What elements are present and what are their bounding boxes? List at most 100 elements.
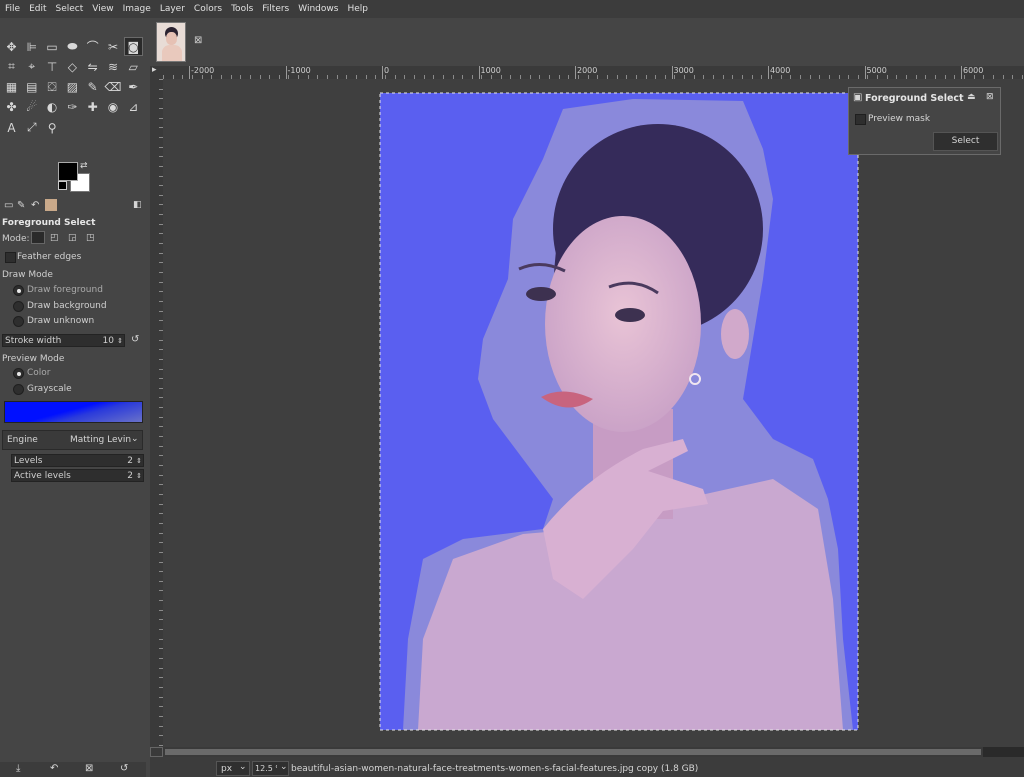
foreground-color-swatch[interactable] (58, 162, 78, 181)
dodge-icon[interactable]: ◐ (43, 98, 62, 117)
ellipse-select-icon[interactable]: ⬬ (63, 37, 82, 56)
canvas-area[interactable]: ▣ Foreground Select ⏏ ⊠ Preview mask Sel… (163, 79, 1024, 747)
scrollbar-thumb[interactable] (165, 749, 981, 755)
levels-spinner[interactable]: Levels 2 ⇕ (11, 454, 144, 467)
transform-icon[interactable]: ⊤ (43, 57, 62, 76)
ear-shape (721, 309, 749, 359)
menu-layer[interactable]: Layer (155, 4, 189, 14)
levels-value: 2 (127, 456, 133, 466)
menu-image[interactable]: Image (118, 4, 155, 14)
foreground-select-icon[interactable]: ◙ (123, 37, 143, 56)
gradient-icon[interactable]: ▨ (63, 78, 82, 97)
eraser-icon[interactable]: ⌫ (104, 78, 123, 97)
horizontal-ruler[interactable]: -2000 -1000 0 1000 2000 3000 4000 5000 6000 (163, 66, 1024, 80)
measure-icon[interactable]: ⊿ (124, 98, 143, 117)
spin-arrows-icon[interactable]: ⇕ (136, 470, 142, 482)
swap-colors-icon[interactable]: ⇄ (80, 161, 88, 171)
unit-combo[interactable]: px ⌄ (216, 761, 250, 776)
menu-select[interactable]: Select (51, 4, 88, 14)
wrap-icon[interactable]: ▤ (22, 78, 41, 97)
reset-options-icon[interactable]: ↺ (120, 763, 128, 774)
horizontal-scrollbar[interactable] (163, 747, 1024, 757)
delete-options-icon[interactable]: ⊠ (85, 763, 93, 774)
eyedropper-icon[interactable]: ⤢ (22, 118, 41, 137)
menu-windows[interactable]: Windows (293, 4, 342, 14)
fg-select-dialog-icon: ▣ (853, 92, 863, 103)
airbrush-icon[interactable]: ✒ (124, 78, 143, 97)
free-select-icon[interactable]: ⌒ (83, 37, 102, 56)
menu-edit[interactable]: Edit (24, 4, 50, 14)
restore-options-icon[interactable]: ↶ (50, 763, 58, 774)
cage-icon[interactable]: ▦ (2, 78, 21, 97)
bucket-icon[interactable]: ⛋ (43, 78, 62, 97)
stroke-width-slider[interactable]: Stroke width 10 ⇕ (2, 334, 125, 347)
quick-mask-toggle[interactable] (150, 747, 163, 757)
draw-background-radio[interactable] (13, 301, 24, 312)
ink-icon[interactable]: ✑ (63, 98, 82, 117)
mode-intersect-icon[interactable]: ◳ (86, 233, 95, 243)
ruler-corner[interactable]: ▸ (150, 65, 163, 79)
undo-history-tab-icon[interactable]: ↶ (31, 200, 39, 211)
save-options-icon[interactable]: ⤓ (16, 763, 20, 774)
draw-unknown-radio[interactable] (13, 316, 24, 327)
scissors-select-icon[interactable]: ✂ (104, 37, 123, 56)
mode-replace-icon[interactable] (31, 231, 45, 244)
select-button[interactable]: Select (933, 132, 998, 151)
heal-icon[interactable]: ✚ (83, 98, 102, 117)
zoom-combo[interactable]: 12.5 % ⌄ (252, 761, 289, 776)
menu-view[interactable]: View (87, 4, 117, 14)
move-icon[interactable]: ✥ (2, 37, 21, 56)
smudge-icon[interactable]: ☄ (22, 98, 41, 117)
eject-icon[interactable]: ⏏ (967, 92, 976, 102)
preview-color-label: Color (27, 368, 51, 378)
preview-grayscale-radio[interactable] (13, 384, 24, 395)
menu-help[interactable]: Help (342, 4, 372, 14)
perspective-icon[interactable]: ◇ (63, 57, 82, 76)
ruler-tick (768, 66, 769, 79)
close-tab-icon[interactable]: ⊠ (194, 35, 202, 46)
menu-file[interactable]: File (0, 4, 24, 14)
draw-foreground-radio[interactable] (13, 285, 24, 296)
reset-stroke-width-icon[interactable]: ↺ (131, 334, 139, 345)
image-tabs: ⊠ (150, 18, 1024, 66)
close-icon[interactable]: ⊠ (986, 92, 994, 102)
active-levels-value: 2 (127, 471, 133, 481)
scrollbar-end[interactable] (983, 747, 1024, 757)
color-picker-icon[interactable]: ◉ (104, 98, 123, 117)
preview-mask-checkbox[interactable] (855, 114, 866, 125)
vertical-ruler[interactable] (150, 79, 164, 747)
active-levels-spinner[interactable]: Active levels 2 ⇕ (11, 469, 144, 482)
feather-edges-label: Feather edges (17, 252, 82, 262)
spin-arrows-icon[interactable]: ⇕ (117, 335, 123, 347)
warp-icon[interactable]: ≋ (104, 57, 123, 76)
flip-icon[interactable]: ⇋ (83, 57, 102, 76)
feather-edges-checkbox[interactable] (5, 252, 16, 263)
spin-arrows-icon[interactable]: ⇕ (136, 455, 142, 467)
image-tab-thumbnail[interactable] (156, 22, 186, 62)
configure-tab-icon[interactable]: ◧ (133, 200, 142, 210)
images-tab-icon[interactable] (45, 199, 57, 211)
preview-color-radio[interactable] (13, 368, 24, 379)
tool-options-tab-icon[interactable]: ▭ (4, 200, 13, 211)
menu-filters[interactable]: Filters (257, 4, 293, 14)
menu-colors[interactable]: Colors (189, 4, 226, 14)
paint-icon[interactable]: ✎ (83, 78, 102, 97)
rect-select-icon[interactable]: ▭ (43, 37, 62, 56)
engine-combo[interactable]: Engine Matting Levin ⌄ (2, 430, 143, 450)
shear-icon[interactable]: ⏥ (124, 57, 143, 76)
tool-options-title: Foreground Select (2, 218, 96, 228)
paths-icon[interactable]: ⌖ (22, 57, 41, 76)
clone-icon[interactable]: ✤ (2, 98, 21, 117)
device-status-tab-icon[interactable]: ✎ (17, 200, 25, 211)
ruler-tick (478, 66, 480, 79)
default-colors-icon[interactable] (58, 181, 67, 190)
mode-subtract-icon[interactable]: ◲ (68, 233, 77, 243)
align-icon[interactable]: ⊫ (22, 37, 41, 56)
image-canvas[interactable] (163, 79, 1024, 747)
menu-tools[interactable]: Tools (226, 4, 257, 14)
zoom-icon[interactable]: ⚲ (43, 118, 62, 137)
mode-add-icon[interactable]: ◰ (50, 233, 59, 243)
preview-color-button[interactable] (4, 401, 143, 423)
text-icon[interactable]: A (2, 118, 21, 137)
crop-icon[interactable]: ⌗ (2, 57, 21, 76)
